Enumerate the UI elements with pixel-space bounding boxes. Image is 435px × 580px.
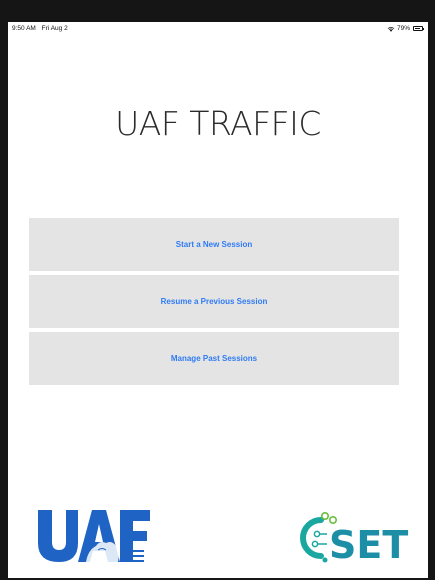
cset-logo: SET CSET (295, 506, 416, 567)
manage-past-sessions-button[interactable]: Manage Past Sessions (29, 332, 399, 385)
cset-logo-graphic: SET (300, 512, 408, 567)
status-time: 9:50 AM (12, 25, 36, 32)
start-new-session-label: Start a New Session (175, 240, 253, 249)
status-left: 9:50 AM Fri Aug 2 (12, 25, 68, 32)
svg-text:SET: SET (329, 523, 408, 566)
battery-icon (413, 26, 424, 31)
status-right: 79% (387, 25, 424, 32)
battery-tip (423, 28, 424, 30)
uaf-logo-graphic (38, 510, 150, 562)
battery-fill (414, 27, 421, 30)
battery-percent: 79% (396, 25, 410, 32)
app-screen: 9:50 AM Fri Aug 2 79% UAF TRAFFIC Start … (8, 22, 428, 578)
resume-previous-session-label: Resume a Previous Session (160, 297, 268, 306)
status-date: Fri Aug 2 (41, 25, 68, 32)
uaf-logo: UAF (34, 506, 154, 564)
resume-previous-session-button[interactable]: Resume a Previous Session (29, 275, 399, 328)
cset-logo-text: CSET (415, 506, 416, 507)
manage-past-sessions-label: Manage Past Sessions (170, 354, 258, 363)
start-new-session-button[interactable]: Start a New Session (29, 218, 399, 271)
session-menu: Start a New Session Resume a Previous Se… (29, 218, 399, 389)
app-title: UAF TRAFFIC (115, 104, 321, 143)
status-bar: 9:50 AM Fri Aug 2 79% (8, 22, 428, 36)
wifi-icon (387, 26, 395, 32)
